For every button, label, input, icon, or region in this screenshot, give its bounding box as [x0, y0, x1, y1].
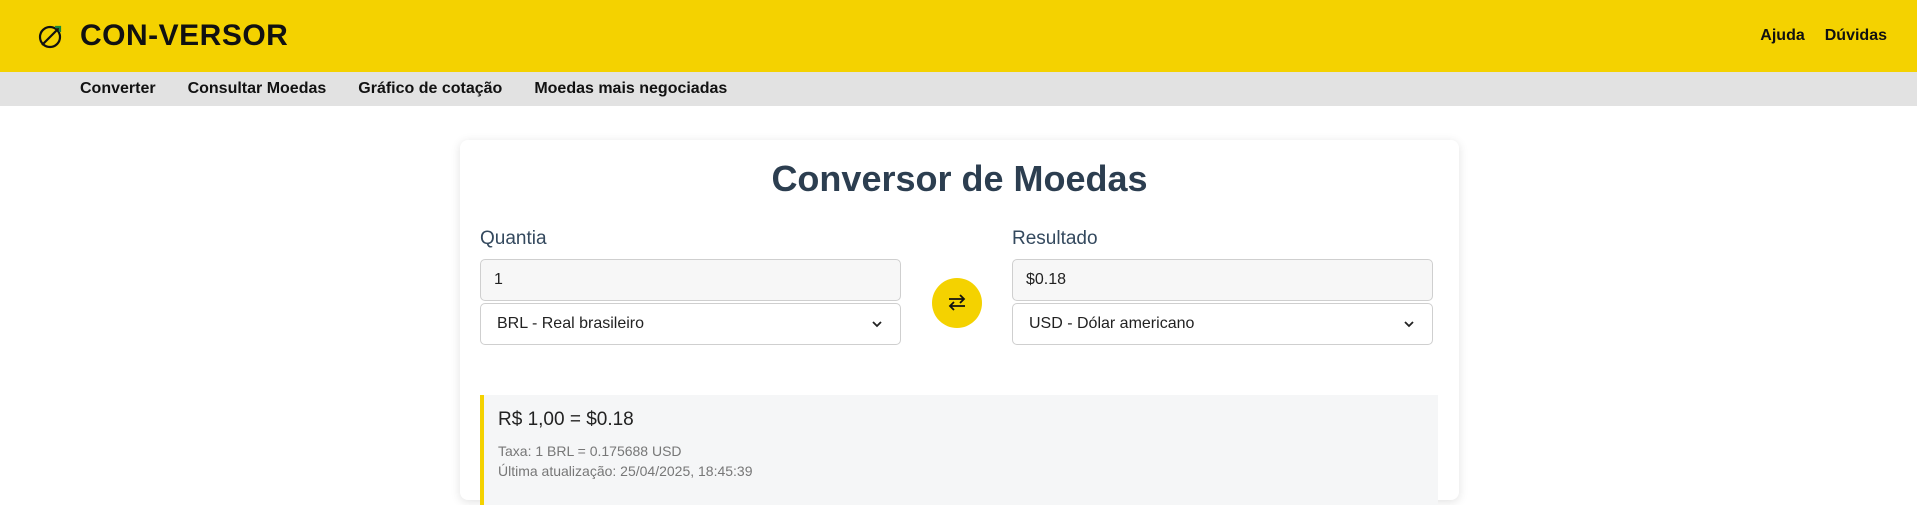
nav-converter[interactable]: Converter [80, 80, 156, 98]
result-label: Resultado [1012, 228, 1098, 249]
swap-arrows-icon [946, 291, 968, 316]
last-updated-text: Última atualização: 25/04/2025, 18:45:39 [498, 463, 753, 479]
to-currency-value: USD - Dólar americano [1029, 315, 1195, 332]
chevron-down-icon [1402, 317, 1416, 331]
swap-currencies-button[interactable] [932, 278, 982, 328]
amount-input[interactable] [480, 259, 901, 301]
from-currency-value: BRL - Real brasileiro [497, 315, 645, 332]
from-currency-select[interactable]: BRL - Real brasileiro [480, 303, 901, 345]
amount-label: Quantia [480, 228, 547, 249]
page-title: Conversor de Moedas [771, 158, 1148, 199]
converter-card: Conversor de Moedas Quantia BRL - Real b… [460, 140, 1459, 505]
conversion-info-box: R$ 1,00 = $0.18 Taxa: 1 BRL = 0.175688 U… [480, 395, 1438, 505]
compass-icon [36, 21, 66, 51]
nav-consult-currencies[interactable]: Consultar Moedas [188, 80, 327, 98]
brand[interactable]: CON-VERSOR [36, 19, 288, 53]
exchange-rate-text: Taxa: 1 BRL = 0.175688 USD [498, 443, 682, 459]
chevron-down-icon [870, 317, 884, 331]
to-currency-select[interactable]: USD - Dólar americano [1012, 303, 1433, 345]
faq-link[interactable]: Dúvidas [1825, 27, 1887, 45]
top-links: Ajuda Dúvidas [1760, 27, 1887, 45]
brand-name: CON-VERSOR [80, 19, 289, 52]
sub-navigation: Converter Consultar Moedas Gráfico de co… [0, 72, 1917, 106]
conversion-summary: R$ 1,00 = $0.18 [498, 409, 634, 430]
help-link[interactable]: Ajuda [1760, 27, 1804, 45]
result-field[interactable] [1012, 259, 1433, 301]
nav-quote-chart[interactable]: Gráfico de cotação [358, 80, 502, 98]
top-header: CON-VERSOR Ajuda Dúvidas [0, 0, 1917, 72]
nav-most-traded[interactable]: Moedas mais negociadas [534, 80, 727, 98]
